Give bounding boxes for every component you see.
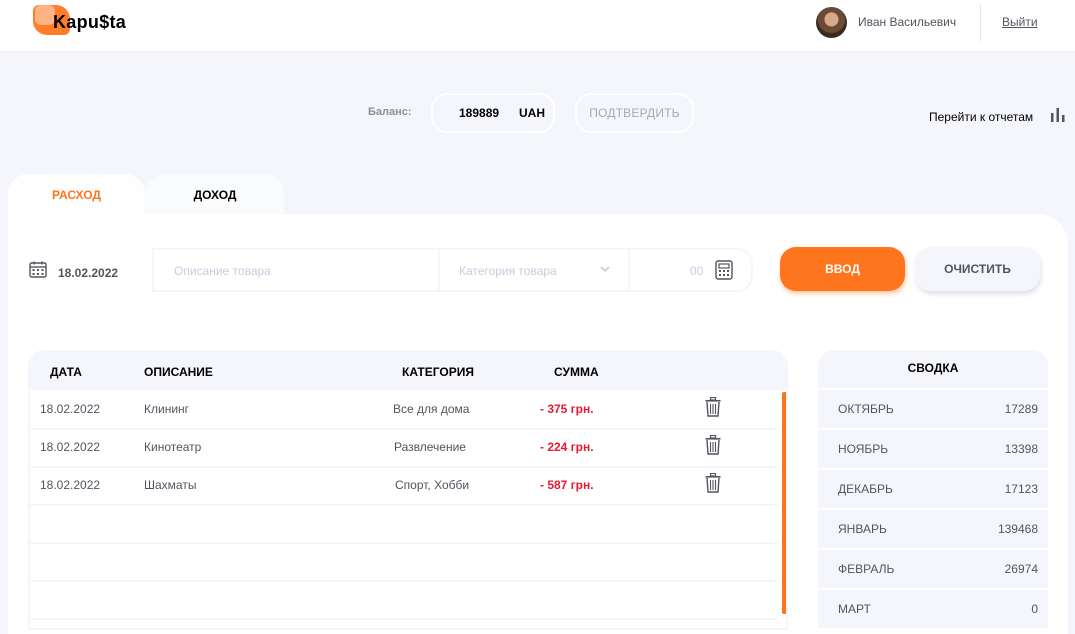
row-date: 18.02.2022 — [40, 402, 101, 416]
summary-month: ДЕКАБРЬ — [838, 482, 893, 496]
trash-icon[interactable] — [705, 473, 721, 493]
trash-icon[interactable] — [705, 435, 721, 455]
column-header-date: ДАТА — [50, 365, 82, 379]
calculator-icon[interactable] — [715, 260, 733, 280]
field-divider — [628, 250, 630, 290]
row-description: Клининг — [144, 402, 190, 416]
chevron-down-icon[interactable] — [599, 264, 611, 274]
amount-input[interactable]: 00 — [690, 264, 703, 278]
summary-value: 26974 — [1004, 562, 1038, 576]
row-amount: - 224 грн. — [540, 440, 594, 454]
table-header: ДАТА ОПИСАНИЕ КАТЕГОРИЯ СУММА — [30, 352, 786, 390]
summary-row: ОКТЯБРЬ 17289 — [818, 390, 1048, 428]
tab-expense[interactable]: РАСХОД — [8, 174, 145, 214]
row-date: 18.02.2022 — [40, 478, 101, 492]
table-row-empty — [30, 580, 778, 620]
confirm-balance-button[interactable]: ПОДТВЕРДИТЬ — [575, 93, 694, 133]
row-date: 18.02.2022 — [40, 440, 101, 454]
table-row-empty — [30, 504, 778, 544]
expense-form: Описание товара Категория товара 00 — [152, 248, 753, 292]
clear-button[interactable]: ОЧИСТИТЬ — [915, 247, 1040, 291]
transactions-table: ДАТА ОПИСАНИЕ КАТЕГОРИЯ СУММА 18.02.2022… — [28, 350, 788, 630]
summary-value: 17123 — [1004, 482, 1038, 496]
bar-chart-icon[interactable] — [1050, 108, 1066, 122]
summary-row: ЯНВАРЬ 139468 — [818, 510, 1048, 548]
balance-value: 189889 — [459, 106, 500, 120]
table-scrollbar[interactable] — [782, 392, 786, 614]
row-amount: - 587 грн. — [540, 478, 594, 492]
summary-row: МАРТ 0 — [818, 590, 1048, 628]
table-row-empty — [30, 542, 778, 582]
header-divider — [980, 5, 981, 41]
summary-month: ЯНВАРЬ — [838, 522, 887, 536]
summary-row: ДЕКАБРЬ 17123 — [818, 470, 1048, 508]
reports-link[interactable]: Перейти к отчетам — [929, 110, 1033, 124]
summary-row: НОЯБРЬ 13398 — [818, 430, 1048, 468]
summary-value: 139468 — [997, 522, 1038, 536]
logo[interactable]: Kapu$ta — [33, 5, 133, 37]
column-header-description: ОПИСАНИЕ — [144, 365, 213, 379]
logout-link[interactable]: Выйти — [1002, 15, 1038, 29]
balance-currency: UAH — [519, 106, 545, 120]
table-row: 18.02.2022 Шахматы Спорт, Хобби - 587 гр… — [30, 466, 778, 506]
summary-month: НОЯБРЬ — [838, 442, 889, 456]
date-picker[interactable]: 18.02.2022 — [58, 266, 118, 280]
column-header-category: КАТЕГОРИЯ — [402, 365, 474, 379]
table-row: 18.02.2022 Кинотеатр Развлечение - 224 г… — [30, 428, 778, 468]
balance-input[interactable]: 189889 UAH — [431, 93, 555, 133]
column-header-amount: СУММА — [554, 365, 599, 379]
summary-row: ФЕВРАЛЬ 26974 — [818, 550, 1048, 588]
row-category: Развлечение — [394, 440, 466, 454]
summary-value: 13398 — [1004, 442, 1038, 456]
user-name: Иван Васильевич — [858, 15, 957, 29]
balance-label: Баланс: — [368, 106, 412, 118]
app-header: Kapu$ta Иван Васильевич Выйти — [0, 0, 1075, 51]
field-divider — [438, 250, 440, 290]
user-avatar — [816, 7, 847, 38]
row-description: Шахматы — [144, 478, 197, 492]
trash-icon[interactable] — [705, 397, 721, 417]
description-input[interactable]: Описание товара — [174, 264, 271, 278]
logo-mark-highlight — [35, 5, 55, 25]
summary-month: ФЕВРАЛЬ — [838, 562, 895, 576]
row-amount: - 375 грн. — [540, 402, 594, 416]
row-description: Кинотеатр — [144, 440, 202, 454]
summary-panel: СВОДКА ОКТЯБРЬ 17289 НОЯБРЬ 13398 ДЕКАБР… — [818, 350, 1048, 630]
summary-month: МАРТ — [838, 602, 871, 616]
calendar-icon[interactable] — [29, 261, 47, 278]
enter-button[interactable]: ВВОД — [780, 247, 905, 291]
summary-title: СВОДКА — [818, 350, 1048, 388]
logo-text: Kapu$ta — [53, 12, 127, 32]
summary-value: 0 — [1031, 602, 1038, 616]
row-category: Все для дома — [393, 402, 470, 416]
summary-month: ОКТЯБРЬ — [838, 402, 894, 416]
table-row: 18.02.2022 Клининг Все для дома - 375 гр… — [30, 390, 778, 430]
summary-value: 17289 — [1004, 402, 1038, 416]
category-select[interactable]: Категория товара — [459, 264, 557, 278]
row-category: Спорт, Хобби — [395, 478, 470, 492]
tab-income[interactable]: ДОХОД — [146, 174, 284, 214]
